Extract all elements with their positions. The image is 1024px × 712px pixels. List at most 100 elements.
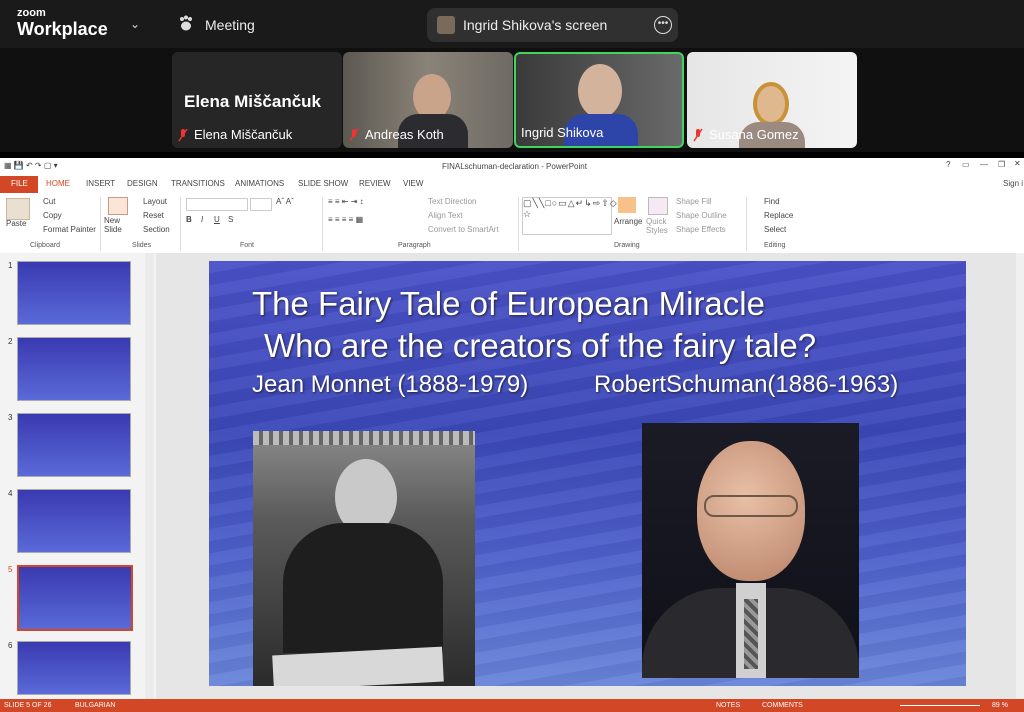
italic-icon[interactable]: I xyxy=(201,215,203,224)
slides-group-label: Slides xyxy=(132,242,152,249)
drawing-group-label: Drawing xyxy=(614,242,640,249)
muted-mic-icon xyxy=(178,128,188,142)
zoom-slider[interactable] xyxy=(900,705,980,706)
meeting-menu[interactable]: Meeting xyxy=(205,17,255,33)
tab-view[interactable]: VIEW xyxy=(403,179,423,188)
slide-number: 1 xyxy=(8,261,13,270)
font-size-select[interactable] xyxy=(250,198,272,211)
arrange-icon[interactable] xyxy=(618,197,636,213)
text-direction-button[interactable]: Text Direction xyxy=(428,197,476,206)
slide-thumbnail[interactable] xyxy=(17,337,131,401)
sign-in-link[interactable]: Sign i xyxy=(1003,179,1023,188)
slide-subtitle-schuman: RobertSchuman(1886-1963) xyxy=(594,371,899,398)
slide-number: 6 xyxy=(8,641,13,650)
bookshelf xyxy=(253,431,475,445)
quick-access-toolbar[interactable]: ▦ 💾 ↶ ↷ ▢ ▾ xyxy=(4,161,58,170)
shape-effects-button[interactable]: Shape Effects xyxy=(676,225,726,234)
ribbon-separator xyxy=(180,197,181,251)
portrait-glasses xyxy=(704,495,798,517)
copy-button[interactable]: Copy xyxy=(43,211,62,220)
tab-transitions[interactable]: TRANSITIONS xyxy=(171,179,225,188)
zoom-product-name: Workplace xyxy=(17,19,108,39)
arrange-button[interactable]: Arrange xyxy=(614,217,642,226)
notes-button[interactable]: NOTES xyxy=(716,702,740,709)
thumbnails-scrollbar[interactable] xyxy=(145,253,154,699)
ribbon-separator xyxy=(322,197,323,251)
close-icon[interactable]: ✕ xyxy=(1014,159,1021,168)
new-slide-button[interactable]: New Slide xyxy=(104,216,130,234)
shape-outline-button[interactable]: Shape Outline xyxy=(676,211,727,220)
cut-button[interactable]: Cut xyxy=(43,197,55,206)
portrait-tie xyxy=(744,599,758,669)
tab-slide-show[interactable]: SLIDE SHOW xyxy=(298,179,348,188)
participant-tile[interactable]: Elena Miščančuk Elena Miščančuk xyxy=(172,52,342,148)
zoom-level[interactable]: 89 % xyxy=(992,702,1008,709)
photo-robert-schuman xyxy=(642,423,859,678)
restore-icon[interactable]: ❐ xyxy=(998,160,1005,169)
language-indicator[interactable]: BULGARIAN xyxy=(75,702,115,709)
current-slide[interactable]: The Fairy Tale of European Miracle Who a… xyxy=(209,261,966,686)
slide-thumbnail[interactable] xyxy=(17,261,131,325)
shadow-icon[interactable]: S xyxy=(228,215,233,224)
slide-number: 2 xyxy=(8,337,13,346)
slide-title-line1: The Fairy Tale of European Miracle xyxy=(252,285,765,322)
tab-file[interactable]: FILE xyxy=(0,176,38,193)
underline-icon[interactable]: U xyxy=(214,215,220,224)
editing-group-label: Editing xyxy=(764,242,786,249)
zoom-logo: zoom xyxy=(17,7,46,19)
tab-insert[interactable]: INSERT xyxy=(86,179,115,188)
chevron-down-icon[interactable]: ⌄ xyxy=(130,17,140,31)
convert-smartart-button[interactable]: Convert to SmartArt xyxy=(428,225,499,234)
more-options-icon[interactable]: ••• xyxy=(654,16,672,34)
font-name-select[interactable] xyxy=(186,198,248,211)
clipboard-group-label: Clipboard xyxy=(30,242,60,249)
align-text-button[interactable]: Align Text xyxy=(428,211,463,220)
muted-mic-icon xyxy=(693,128,703,142)
minimize-icon[interactable]: — xyxy=(980,160,988,169)
quick-styles-icon[interactable] xyxy=(648,197,668,215)
bold-icon[interactable]: B xyxy=(186,215,192,224)
shape-fill-button[interactable]: Shape Fill xyxy=(676,197,712,206)
editor-scrollbar[interactable] xyxy=(1016,253,1024,699)
slide-thumbnail[interactable] xyxy=(17,641,131,695)
bullets-icon[interactable]: ≡ ≡ ⇤ ⇥ ↕ xyxy=(328,197,364,206)
slide-subtitle-monnet: Jean Monnet (1888-1979) xyxy=(252,371,529,398)
tab-review[interactable]: REVIEW xyxy=(359,179,391,188)
find-button[interactable]: Find xyxy=(764,197,780,206)
participant-tile[interactable]: Susana Gomez xyxy=(687,52,857,148)
paste-icon[interactable] xyxy=(6,198,30,220)
paragraph-group-label: Paragraph xyxy=(398,242,431,249)
quick-styles-button[interactable]: Quick Styles xyxy=(646,217,672,235)
grow-font-icon[interactable]: Aˆ Aˇ xyxy=(276,197,294,206)
replace-button[interactable]: Replace xyxy=(764,211,793,220)
new-slide-icon[interactable] xyxy=(108,197,128,215)
layout-button[interactable]: Layout xyxy=(143,197,167,206)
participant-tile-active-speaker[interactable]: Ingrid Shikova xyxy=(514,52,684,148)
muted-mic-icon xyxy=(349,128,359,142)
tab-design[interactable]: DESIGN xyxy=(127,179,158,188)
slide-counter: SLIDE 5 OF 26 xyxy=(4,702,52,709)
window-title: FINALschuman-declaration - PowerPoint xyxy=(442,162,587,171)
tab-animations[interactable]: ANIMATIONS xyxy=(235,179,284,188)
tab-home[interactable]: HOME xyxy=(46,179,70,188)
paste-button[interactable]: Paste xyxy=(6,219,26,228)
select-button[interactable]: Select xyxy=(764,225,786,234)
participant-display-name: Elena Miščančuk xyxy=(184,92,322,111)
shapes-gallery[interactable]: ▢╲╲□○▭△↵↳⇨⇧◇{}☆ xyxy=(522,197,625,235)
status-bar: SLIDE 5 OF 26 BULGARIAN NOTES COMMENTS 8… xyxy=(0,699,1024,712)
section-button[interactable]: Section xyxy=(143,225,170,234)
slide-thumbnail-selected[interactable] xyxy=(17,565,133,631)
align-icons[interactable]: ≡ ≡ ≡ ≡ ▦ xyxy=(328,215,363,224)
help-icon[interactable]: ? xyxy=(946,160,950,169)
paw-icon xyxy=(180,15,192,31)
comments-button[interactable]: COMMENTS xyxy=(762,702,803,709)
format-painter-button[interactable]: Format Painter xyxy=(43,225,96,234)
slide-thumbnail[interactable] xyxy=(17,413,131,477)
participant-tile[interactable]: Andreas Koth xyxy=(343,52,513,148)
reset-button[interactable]: Reset xyxy=(143,211,164,220)
ribbon: Paste Cut Copy Format Painter Clipboard … xyxy=(0,193,1024,254)
ribbon-display-icon[interactable]: ▭ xyxy=(962,160,970,169)
screen-share-indicator[interactable]: Ingrid Shikova's screen ••• xyxy=(427,8,678,42)
slide-thumbnail[interactable] xyxy=(17,489,131,553)
participant-name: Ingrid Shikova xyxy=(521,125,604,140)
